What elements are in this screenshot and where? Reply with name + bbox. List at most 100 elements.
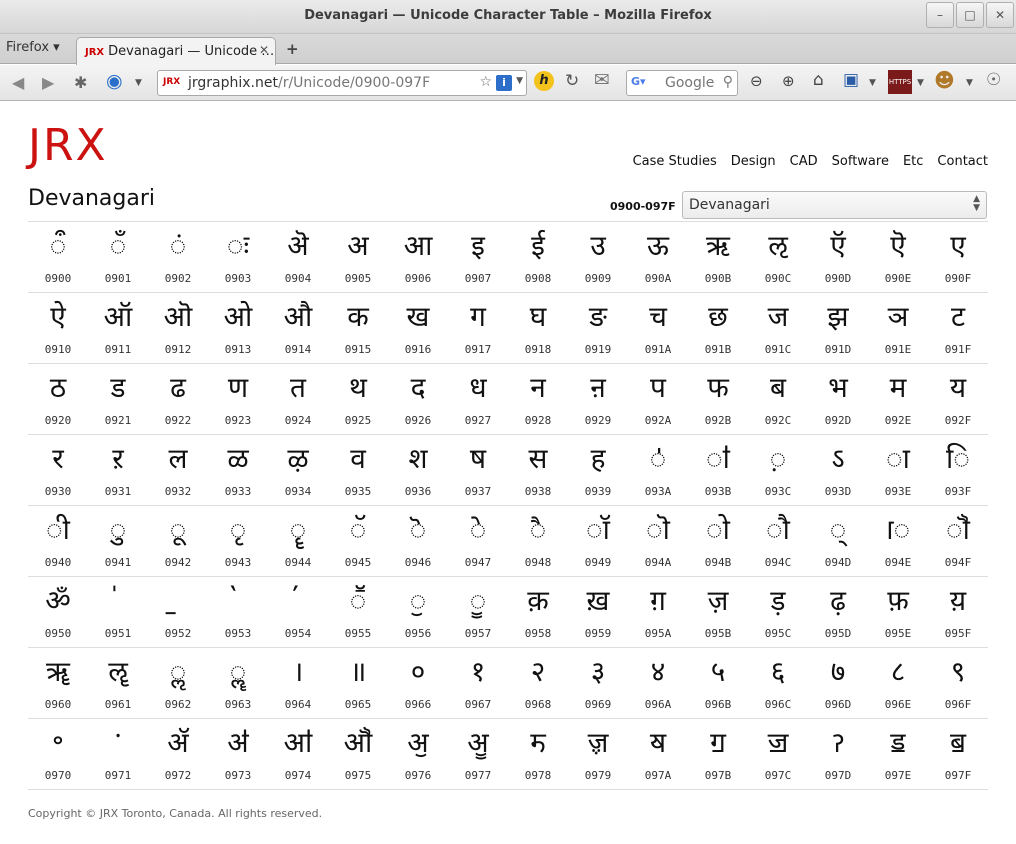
close-tab-icon[interactable]: ✕ (259, 43, 269, 57)
tips-lightbulb-icon[interactable]: ☉ (986, 70, 1001, 90)
character-cell[interactable]: ँ 0901 (88, 222, 148, 292)
character-cell[interactable]: ऻ 093B (688, 435, 748, 505)
character-cell[interactable]: अ 0905 (328, 222, 388, 292)
character-cell[interactable]: श 0936 (388, 435, 448, 505)
home-icon[interactable]: ⌂ (813, 70, 824, 90)
character-cell[interactable]: ॠ 0960 (28, 648, 88, 718)
character-cell[interactable]: ॅ 0945 (328, 506, 388, 576)
character-cell[interactable]: ी 0940 (28, 506, 88, 576)
character-cell[interactable]: ॷ 0977 (448, 719, 508, 789)
reload-icon[interactable]: ↻ (565, 71, 579, 91)
character-cell[interactable]: ॓ 0953 (208, 577, 268, 647)
character-cell[interactable]: ॺ 097A (628, 719, 688, 789)
character-cell[interactable]: ब 092C (748, 364, 808, 434)
character-cell[interactable]: ि 093F (928, 435, 988, 505)
character-cell[interactable]: ऄ 0904 (268, 222, 328, 292)
character-cell[interactable]: त 0924 (268, 364, 328, 434)
nav-contact[interactable]: Contact (937, 154, 988, 169)
character-cell[interactable]: ऒ 0912 (148, 293, 208, 363)
character-cell[interactable]: ऽ 093D (808, 435, 868, 505)
https-everywhere-icon[interactable]: HTTPS (888, 70, 912, 94)
character-cell[interactable]: फ़ 095E (868, 577, 928, 647)
character-cell[interactable]: य 092F (928, 364, 988, 434)
info-icon[interactable]: i (496, 75, 512, 91)
character-cell[interactable]: ख 0916 (388, 293, 448, 363)
character-cell[interactable]: ॲ 0972 (148, 719, 208, 789)
character-cell[interactable]: ॹ 0979 (568, 719, 628, 789)
character-cell[interactable]: इ 0907 (448, 222, 508, 292)
character-cell[interactable]: क 0915 (328, 293, 388, 363)
character-cell[interactable]: य़ 095F (928, 577, 988, 647)
character-cell[interactable]: द 0926 (388, 364, 448, 434)
character-cell[interactable]: ञ 091E (868, 293, 928, 363)
character-cell[interactable]: ऐ 0910 (28, 293, 88, 363)
character-cell[interactable]: ऱ 0931 (88, 435, 148, 505)
nav-etc[interactable]: Etc (903, 154, 923, 169)
greasemonkey-icon[interactable]: ☻ (934, 68, 955, 92)
nav-design[interactable]: Design (731, 154, 776, 169)
sync-icon[interactable]: ◉ (106, 70, 123, 92)
character-cell[interactable]: ृ 0943 (208, 506, 268, 576)
character-cell[interactable]: ः 0903 (208, 222, 268, 292)
search-icon[interactable]: ⚲ (723, 74, 733, 90)
character-cell[interactable]: ९ 096F (928, 648, 988, 718)
character-cell[interactable]: ॰ 0970 (28, 719, 88, 789)
extension-icon[interactable]: ✱ (74, 73, 87, 92)
character-cell[interactable]: ल 0932 (148, 435, 208, 505)
character-cell[interactable]: ऎ 090E (868, 222, 928, 292)
character-cell[interactable]: च 091A (628, 293, 688, 363)
character-cell[interactable]: ॡ 0961 (88, 648, 148, 718)
character-cell[interactable]: घ 0918 (508, 293, 568, 363)
character-cell[interactable]: ़ 093C (748, 435, 808, 505)
character-cell[interactable]: ॽ 097D (808, 719, 868, 789)
bookmark-star-icon[interactable]: ☆ (479, 74, 492, 90)
character-cell[interactable]: ॾ 097E (868, 719, 928, 789)
character-cell[interactable]: ज़ 095B (688, 577, 748, 647)
character-cell[interactable]: ॳ 0973 (208, 719, 268, 789)
character-cell[interactable]: ० 0966 (388, 648, 448, 718)
firefox-menu-button[interactable]: Firefox ▾ (6, 40, 60, 55)
character-cell[interactable]: ओ 0913 (208, 293, 268, 363)
nav-case-studies[interactable]: Case Studies (633, 154, 717, 169)
character-cell[interactable]: प 092A (628, 364, 688, 434)
character-cell[interactable]: ॊ 094A (628, 506, 688, 576)
character-cell[interactable]: उ 0909 (568, 222, 628, 292)
new-tab-button[interactable]: + (286, 40, 299, 58)
character-cell[interactable]: ८ 096E (868, 648, 928, 718)
search-input[interactable] (665, 75, 721, 91)
mail-icon[interactable]: ✉ (594, 69, 610, 91)
character-cell[interactable]: आ 0906 (388, 222, 448, 292)
character-cell[interactable]: ै 0948 (508, 506, 568, 576)
character-cell[interactable]: ५ 096B (688, 648, 748, 718)
chevron-down-icon[interactable]: ▼ (966, 78, 973, 88)
character-cell[interactable]: ऋ 090B (688, 222, 748, 292)
character-cell[interactable]: ॥ 0965 (328, 648, 388, 718)
character-cell[interactable]: ख़ 0959 (568, 577, 628, 647)
character-cell[interactable]: २ 0968 (508, 648, 568, 718)
character-cell[interactable]: व 0935 (328, 435, 388, 505)
maximize-button[interactable]: □ (956, 2, 984, 28)
character-cell[interactable]: ॕ 0955 (328, 577, 388, 647)
character-cell[interactable]: ड़ 095C (748, 577, 808, 647)
chevron-down-icon[interactable]: ▼ (917, 78, 924, 88)
character-cell[interactable]: ण 0923 (208, 364, 268, 434)
character-cell[interactable]: ॢ 0962 (148, 648, 208, 718)
character-cell[interactable]: ३ 0969 (568, 648, 628, 718)
character-cell[interactable]: ड 0921 (88, 364, 148, 434)
hypothesis-icon[interactable]: h (534, 71, 554, 91)
character-cell[interactable]: ध 0927 (448, 364, 508, 434)
tab-devanagari[interactable]: JRX Devanagari — Unicode … ✕ (76, 37, 276, 65)
character-cell[interactable]: ष 0937 (448, 435, 508, 505)
character-cell[interactable]: ॻ 097B (688, 719, 748, 789)
chevron-down-icon[interactable]: ▼ (869, 78, 876, 88)
character-cell[interactable]: ॱ 0971 (88, 719, 148, 789)
google-icon[interactable]: G▾ (631, 75, 647, 91)
character-cell[interactable]: ट 091F (928, 293, 988, 363)
minimize-button[interactable]: – (926, 2, 954, 28)
character-cell[interactable]: ७ 096D (808, 648, 868, 718)
zoom-in-icon[interactable]: ⊕ (782, 72, 795, 90)
character-cell[interactable]: ॔ 0954 (268, 577, 328, 647)
character-cell[interactable]: ऴ 0934 (268, 435, 328, 505)
character-cell[interactable]: ो 094B (688, 506, 748, 576)
character-cell[interactable]: ऊ 090A (628, 222, 688, 292)
